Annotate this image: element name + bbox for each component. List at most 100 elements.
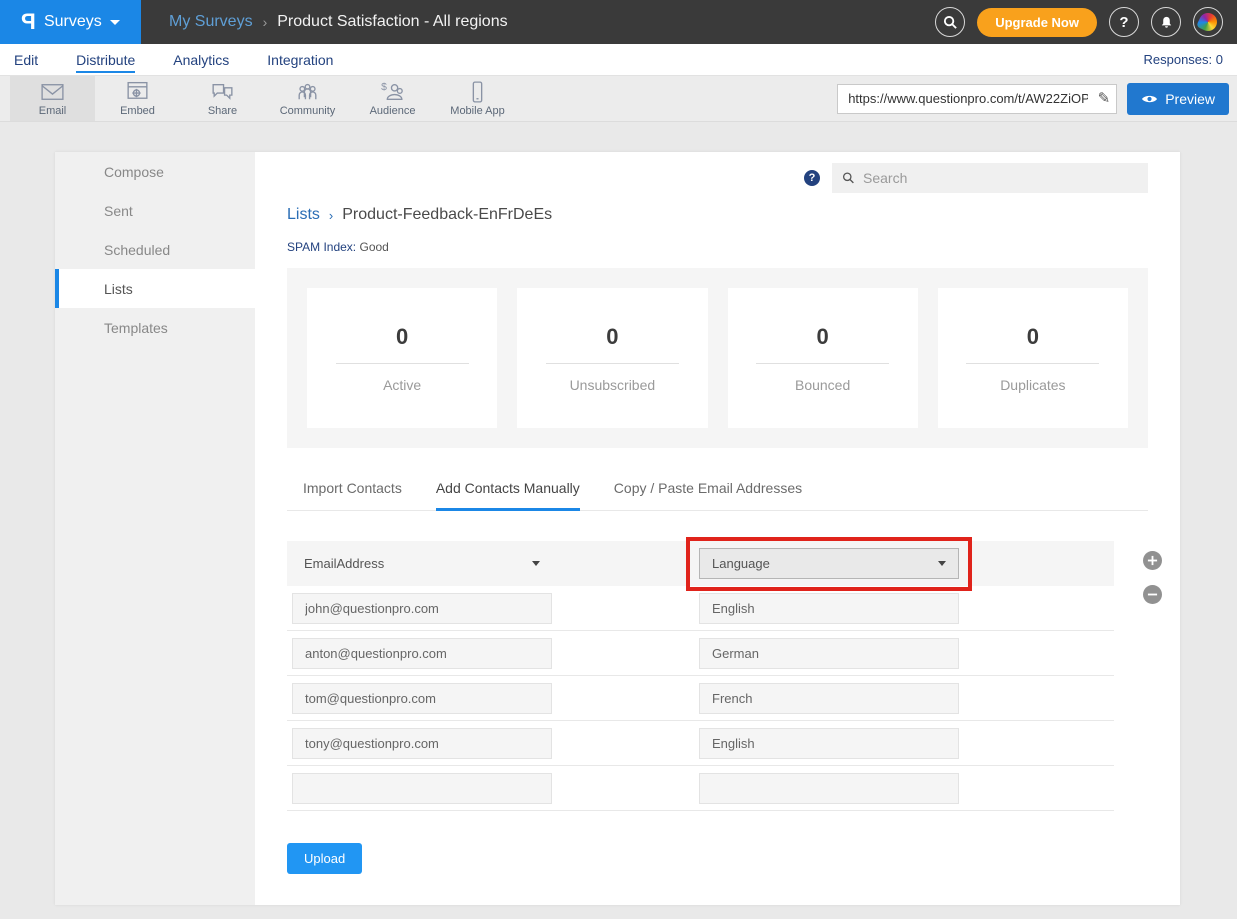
- sidebar-item-scheduled[interactable]: Scheduled: [55, 230, 255, 269]
- channel-embed[interactable]: Embed: [95, 76, 180, 121]
- contact-row: [287, 631, 1114, 676]
- email-field[interactable]: [292, 638, 552, 669]
- help-icon[interactable]: ?: [1109, 7, 1139, 37]
- channel-share[interactable]: Share: [180, 76, 265, 121]
- sidebar-item-sent[interactable]: Sent: [55, 191, 255, 230]
- email-field[interactable]: [292, 593, 552, 624]
- lists-content: ? Lists › Product-Feedback-EnFrDeEs SPAM…: [255, 152, 1180, 905]
- tab-copy-paste-email-addresses[interactable]: Copy / Paste Email Addresses: [614, 480, 802, 511]
- sidebar-item-compose[interactable]: Compose: [55, 152, 255, 191]
- email-field[interactable]: [292, 728, 552, 759]
- stat-card-active: 0 Active: [307, 288, 497, 428]
- channel-mobile-app[interactable]: Mobile App: [435, 76, 520, 121]
- channel-community[interactable]: Community: [265, 76, 350, 121]
- add-row-button[interactable]: [1143, 551, 1162, 570]
- distribute-toolbar: Email Embed Share Community $ Audience M…: [0, 76, 1237, 122]
- chevron-down-icon: [938, 561, 946, 566]
- channel-label: Mobile App: [450, 105, 504, 117]
- row-controls: [1143, 551, 1162, 604]
- list-stats-panel: 0 Active 0 Unsubscribed 0 Bounced 0 Dupl…: [287, 268, 1148, 448]
- language-field[interactable]: [699, 638, 959, 669]
- search-icon[interactable]: [935, 7, 965, 37]
- top-header: P Surveys My Surveys › Product Satisfact…: [0, 0, 1237, 44]
- stat-value: 0: [606, 324, 618, 350]
- nav-tab-integration[interactable]: Integration: [267, 47, 333, 73]
- nav-tab-analytics[interactable]: Analytics: [173, 47, 229, 73]
- breadcrumb-list-name: Product-Feedback-EnFrDeEs: [342, 206, 552, 224]
- avatar-logo-icon: [1196, 10, 1220, 34]
- nav-tab-edit[interactable]: Edit: [14, 47, 38, 73]
- channel-label: Email: [39, 105, 67, 117]
- remove-row-button[interactable]: [1143, 585, 1162, 604]
- contact-row: [287, 586, 1114, 631]
- product-name: Surveys: [44, 13, 102, 31]
- survey-nav-links: Edit Distribute Analytics Integration: [14, 47, 1144, 73]
- nav-tab-distribute[interactable]: Distribute: [76, 47, 135, 73]
- upgrade-now-button[interactable]: Upgrade Now: [977, 8, 1097, 37]
- breadcrumb-separator: ›: [263, 14, 268, 30]
- chevron-down-icon: [532, 561, 540, 566]
- header-actions: Upgrade Now ?: [935, 0, 1237, 44]
- survey-url-input[interactable]: [837, 84, 1117, 114]
- language-field[interactable]: [699, 728, 959, 759]
- share-icon: [209, 80, 236, 104]
- stat-value: 0: [817, 324, 829, 350]
- tab-import-contacts[interactable]: Import Contacts: [303, 480, 402, 511]
- language-field[interactable]: [699, 773, 959, 804]
- eye-icon: [1141, 93, 1158, 105]
- channel-audience[interactable]: $ Audience: [350, 76, 435, 121]
- avatar[interactable]: [1193, 7, 1223, 37]
- upload-button[interactable]: Upload: [287, 843, 362, 874]
- breadcrumb-my-surveys[interactable]: My Surveys: [169, 13, 253, 31]
- language-field[interactable]: [699, 683, 959, 714]
- contacts-table-header: EmailAddress Language: [287, 541, 1114, 586]
- list-search-box: [832, 163, 1148, 193]
- stat-label: Duplicates: [1000, 377, 1065, 393]
- responses-count[interactable]: Responses: 0: [1144, 52, 1224, 67]
- embed-icon: [124, 80, 151, 104]
- contact-row: [287, 676, 1114, 721]
- contacts-tabs: Import Contacts Add Contacts Manually Co…: [287, 480, 1148, 511]
- notifications-bell-icon[interactable]: [1151, 7, 1181, 37]
- spam-index-row: SPAM Index: Good: [287, 240, 1148, 254]
- edit-url-pencil-icon[interactable]: ✎: [1098, 89, 1111, 107]
- search-input[interactable]: [863, 170, 1138, 186]
- contact-row: [287, 766, 1114, 811]
- preview-label: Preview: [1165, 91, 1215, 107]
- minus-icon: [1147, 589, 1158, 600]
- channel-label: Audience: [370, 105, 416, 117]
- list-breadcrumb: Lists › Product-Feedback-EnFrDeEs: [287, 206, 1148, 224]
- preview-button[interactable]: Preview: [1127, 83, 1229, 115]
- plus-icon: [1147, 555, 1158, 566]
- svg-text:$: $: [381, 82, 387, 93]
- language-field[interactable]: [699, 593, 959, 624]
- sidebar-item-lists[interactable]: Lists: [55, 269, 255, 308]
- stat-label: Unsubscribed: [570, 377, 656, 393]
- sidebar-item-templates[interactable]: Templates: [55, 308, 255, 347]
- email-column-select[interactable]: EmailAddress: [292, 548, 552, 579]
- stat-value: 0: [396, 324, 408, 350]
- email-sidebar: Compose Sent Scheduled Lists Templates: [55, 152, 255, 905]
- stat-card-bounced: 0 Bounced: [728, 288, 918, 428]
- stat-divider: [966, 363, 1099, 364]
- contact-row: [287, 721, 1114, 766]
- stat-divider: [546, 363, 679, 364]
- language-column-select[interactable]: Language: [699, 548, 959, 579]
- search-icon: [842, 171, 855, 185]
- tab-add-contacts-manually[interactable]: Add Contacts Manually: [436, 480, 580, 511]
- stat-label: Active: [383, 377, 421, 393]
- email-field[interactable]: [292, 683, 552, 714]
- email-field[interactable]: [292, 773, 552, 804]
- channel-email[interactable]: Email: [10, 76, 95, 121]
- channel-label: Embed: [120, 105, 155, 117]
- language-column-label: Language: [712, 556, 770, 571]
- stat-card-unsubscribed: 0 Unsubscribed: [517, 288, 707, 428]
- breadcrumb-lists-link[interactable]: Lists: [287, 206, 320, 224]
- brand-menu[interactable]: P Surveys: [0, 0, 141, 44]
- email-lists-panel: Compose Sent Scheduled Lists Templates ?…: [55, 152, 1180, 905]
- survey-url-wrap: ✎: [837, 84, 1117, 114]
- stat-divider: [756, 363, 889, 364]
- stat-value: 0: [1027, 324, 1039, 350]
- channel-label: Community: [280, 105, 336, 117]
- context-help-icon[interactable]: ?: [804, 170, 820, 186]
